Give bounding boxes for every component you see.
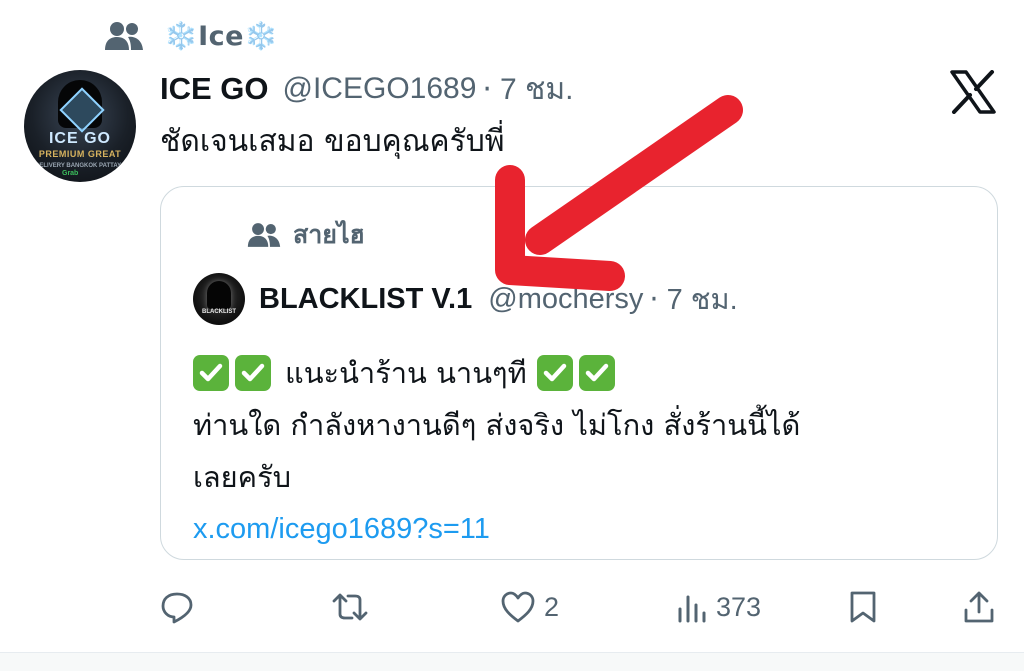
reply-button[interactable]	[160, 584, 202, 630]
social-context-name: ❄️Ice❄️	[164, 21, 279, 52]
social-context[interactable]: ❄️Ice❄️	[104, 14, 278, 58]
action-bar: 2 373	[160, 584, 1000, 630]
quote-separator-dot: ·	[649, 282, 659, 316]
quoted-tweet-card[interactable]: สายไฮ BLACKLIST BLACKLIST V.1 @mochersy …	[160, 186, 998, 560]
share-icon	[964, 591, 994, 623]
quote-link-line: x.com/icego1689?s=11	[193, 503, 983, 555]
quote-avatar[interactable]: BLACKLIST	[193, 273, 245, 325]
views-count: 373	[716, 591, 762, 622]
tweet-screenshot: ❄️Ice❄️ ICE GO PREMIUM GREAT DELIVERY BA…	[0, 0, 1024, 671]
quote-timestamp[interactable]: 7 ชม.	[667, 276, 738, 322]
quote-avatar-figure	[207, 281, 231, 309]
quote-text: แนะนำร้าน นานๆที ท่านใด กำลังหางานดีๆ ส่…	[193, 347, 983, 555]
user-handle[interactable]: @ICEGO1689	[283, 72, 477, 106]
check-mark-emoji	[235, 355, 271, 391]
avatar-logo-sub: PREMIUM GREAT	[38, 149, 122, 159]
quote-social-context-name: สายไฮ	[293, 220, 365, 249]
check-mark-emoji	[193, 355, 229, 391]
like-button[interactable]: 2	[500, 584, 559, 630]
tweet-header: ICE GO @ICEGO1689 · 7 ชม.	[160, 64, 573, 114]
quote-text-line-1: แนะนำร้าน นานๆที	[193, 347, 983, 399]
check-mark-emoji	[536, 355, 573, 391]
quote-user-handle[interactable]: @mochersy	[488, 283, 643, 316]
quote-social-context: สายไฮ	[247, 215, 365, 255]
avatar-badge: Grab	[62, 170, 79, 177]
quote-line-1-text: แนะนำร้าน นานๆที	[285, 356, 527, 390]
quote-display-name[interactable]: BLACKLIST V.1	[259, 283, 472, 316]
quote-avatar-text: BLACKLIST	[202, 309, 236, 315]
x-logo-icon	[950, 70, 996, 114]
quote-text-line-3: เลยครับ	[193, 460, 292, 494]
quote-header: BLACKLIST V.1 @mochersy · 7 ชม.	[259, 275, 738, 323]
views-button[interactable]: 373	[676, 584, 761, 630]
avatar-logo-tag: DELIVERY BANGKOK PATTAYA	[35, 163, 125, 169]
check-mark-emoji	[578, 355, 615, 391]
bottom-strip	[0, 653, 1024, 671]
tweet-text: ชัดเจนเสมอ ขอบคุณครับพี่	[160, 124, 505, 159]
heart-icon	[501, 591, 535, 623]
share-button[interactable]	[962, 584, 1004, 630]
bookmark-icon	[850, 591, 876, 623]
avatar-logo-main: ICE GO	[48, 130, 111, 147]
retweet-icon	[332, 593, 368, 621]
people-icon	[247, 223, 281, 247]
reply-icon	[161, 592, 193, 624]
avatar[interactable]: ICE GO PREMIUM GREAT DELIVERY BANGKOK PA…	[24, 70, 136, 182]
timestamp[interactable]: 7 ชม.	[500, 66, 574, 113]
bookmark-button[interactable]	[848, 584, 886, 630]
views-icon	[678, 595, 706, 623]
display-name[interactable]: ICE GO	[160, 71, 269, 107]
like-count: 2	[544, 591, 560, 622]
quote-text-line-2: ท่านใด กำลังหางานดีๆ ส่งจริง ไม่โกง สั่ง…	[193, 408, 801, 442]
separator-dot: ·	[482, 71, 492, 107]
quote-link[interactable]: x.com/icego1689?s=11	[193, 503, 490, 555]
retweet-button[interactable]	[330, 584, 378, 630]
people-icon	[104, 20, 144, 52]
